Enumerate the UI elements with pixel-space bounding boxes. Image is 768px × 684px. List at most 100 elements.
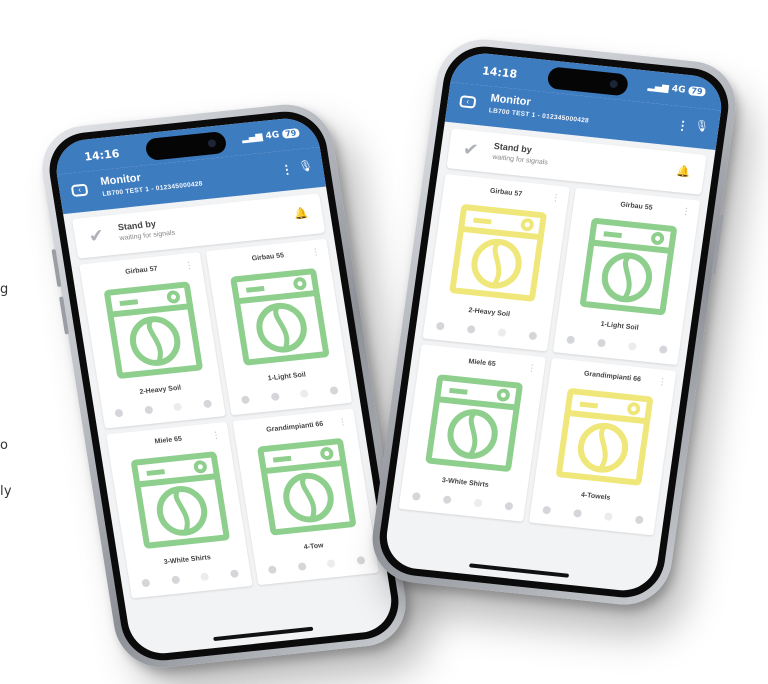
program-label: 4-Towels (580, 491, 611, 502)
led (229, 569, 240, 579)
washing-machine-icon (449, 204, 547, 302)
led (170, 575, 180, 585)
more-options-icon[interactable]: ⋮ (280, 162, 294, 177)
home-indicator[interactable] (469, 563, 570, 578)
led (473, 498, 483, 508)
standby-subtitle: waiting for signals (491, 153, 549, 167)
phone-front: 14:18 ▂▄▆ 4G 79 ‹ Monitor LB700 TEST 1 - … (366, 34, 742, 610)
machine-card[interactable]: Grandimpianti 66 ⋮ 4-Tow (232, 408, 380, 586)
led (267, 565, 277, 575)
washing-machine-icon (104, 281, 203, 379)
washing-machine-icon (131, 451, 230, 549)
led (596, 338, 607, 348)
led (297, 562, 307, 571)
led (141, 578, 151, 588)
led (411, 492, 421, 501)
phone-back: 14:16 ▂▄▆ 4G 79 ‹ Monitor LB700 TEST 1 - … (35, 100, 413, 672)
led (356, 556, 366, 565)
check-icon: ✔ (87, 225, 106, 247)
washing-machine-icon (230, 268, 330, 366)
led (573, 509, 583, 518)
status-leds (542, 505, 644, 525)
led (435, 321, 445, 331)
status-leds (240, 386, 339, 405)
signal-icon: ▂▄▆ (241, 131, 267, 145)
status-leds (411, 492, 514, 511)
back-icon[interactable]: ‹ (458, 95, 477, 109)
led (240, 395, 251, 405)
program-label: 2-Heavy Soil (139, 384, 182, 396)
machine-card[interactable]: Girbau 57 ⋮ 2-Heavy Soil (79, 251, 226, 429)
washing-machine-icon (425, 374, 523, 472)
led (627, 341, 637, 351)
battery-icon: 79 (687, 85, 707, 97)
home-indicator[interactable] (213, 626, 314, 642)
network-label: 4G (264, 130, 281, 142)
status-indicators: ▂▄▆ 4G 79 (647, 82, 707, 98)
led (566, 335, 576, 345)
microphone-icon[interactable]: 🎙 (298, 159, 314, 173)
program-label: 2-Heavy Soil (467, 307, 511, 319)
program-label: 1-Light Soil (600, 320, 639, 332)
led (114, 408, 124, 418)
side-text-2: o (0, 438, 9, 453)
machine-card[interactable]: Girbau 55 ⋮ 1-Light Soil (205, 238, 353, 416)
led (270, 392, 280, 402)
led (528, 331, 538, 341)
card-menu-icon[interactable]: ⋮ (211, 430, 222, 442)
microphone-icon[interactable]: 🎙 (694, 119, 710, 133)
led (173, 402, 183, 412)
washing-machine-icon (257, 438, 356, 536)
machine-card[interactable]: Girbau 55 ⋮ 1-Light Soil (552, 187, 701, 366)
machine-card[interactable]: Miele 65 ⋮ 3-White Shirts (106, 421, 253, 599)
machine-card[interactable]: Grandimpianti 66 ⋮ 4-Towels (528, 357, 677, 536)
program-label: 3-White Shirts (163, 554, 212, 566)
status-time: 14:18 (481, 64, 519, 81)
status-leds (267, 556, 366, 575)
card-menu-icon[interactable]: ⋮ (551, 192, 561, 204)
card-menu-icon[interactable]: ⋮ (310, 246, 321, 258)
machine-grid: Girbau 57 ⋮ 2-Heavy Soil Girbau 55 ⋮ 1-L… (79, 238, 380, 599)
card-menu-icon[interactable]: ⋮ (681, 206, 691, 218)
app-title: Monitor (99, 171, 142, 189)
washing-machine-icon (580, 217, 677, 316)
led (542, 505, 552, 515)
back-icon[interactable]: ‹ (70, 183, 89, 198)
dynamic-island (546, 66, 630, 97)
washing-machine-icon (556, 388, 653, 486)
status-leds (566, 335, 668, 354)
program-label: 1-Light Soil (267, 371, 307, 383)
machine-card[interactable]: Miele 65 ⋮ 3-White Shirts (398, 344, 547, 522)
dynamic-island (144, 130, 228, 162)
more-options-icon[interactable]: ⋮ (676, 118, 690, 133)
side-text-1: g (0, 282, 9, 297)
check-icon: ✔ (461, 138, 480, 161)
machine-card[interactable]: Girbau 57 ⋮ 2-Heavy Soil (422, 173, 570, 352)
card-menu-icon[interactable]: ⋮ (337, 416, 348, 428)
standby-title: Stand by (493, 140, 533, 155)
status-indicators: ▂▄▆ 4G 79 (241, 128, 300, 144)
card-menu-icon[interactable]: ⋮ (184, 260, 195, 272)
led (603, 512, 613, 522)
bell-icon[interactable]: 🔔 (676, 164, 691, 178)
status-time: 14:16 (83, 147, 121, 164)
machine-grid: Girbau 57 ⋮ 2-Heavy Soil Girbau 55 ⋮ 1-L… (398, 173, 701, 536)
side-text-3: ly (0, 484, 12, 499)
led (504, 501, 514, 511)
status-leds (141, 569, 240, 588)
standby-title: Stand by (117, 218, 157, 233)
app-title: Monitor (489, 92, 532, 109)
led (497, 328, 507, 337)
led (658, 345, 668, 354)
led (634, 515, 644, 525)
battery-icon: 79 (281, 128, 300, 139)
led (200, 572, 210, 582)
card-menu-icon[interactable]: ⋮ (657, 376, 667, 388)
led (326, 559, 337, 568)
card-menu-icon[interactable]: ⋮ (527, 362, 537, 374)
bell-icon[interactable]: 🔔 (293, 207, 309, 221)
led (143, 405, 154, 415)
program-label: 3-White Shirts (441, 477, 490, 489)
led (299, 389, 310, 398)
phone-front-screen: 14:18 ▂▄▆ 4G 79 ‹ Monitor LB700 TEST 1 - … (382, 50, 726, 594)
